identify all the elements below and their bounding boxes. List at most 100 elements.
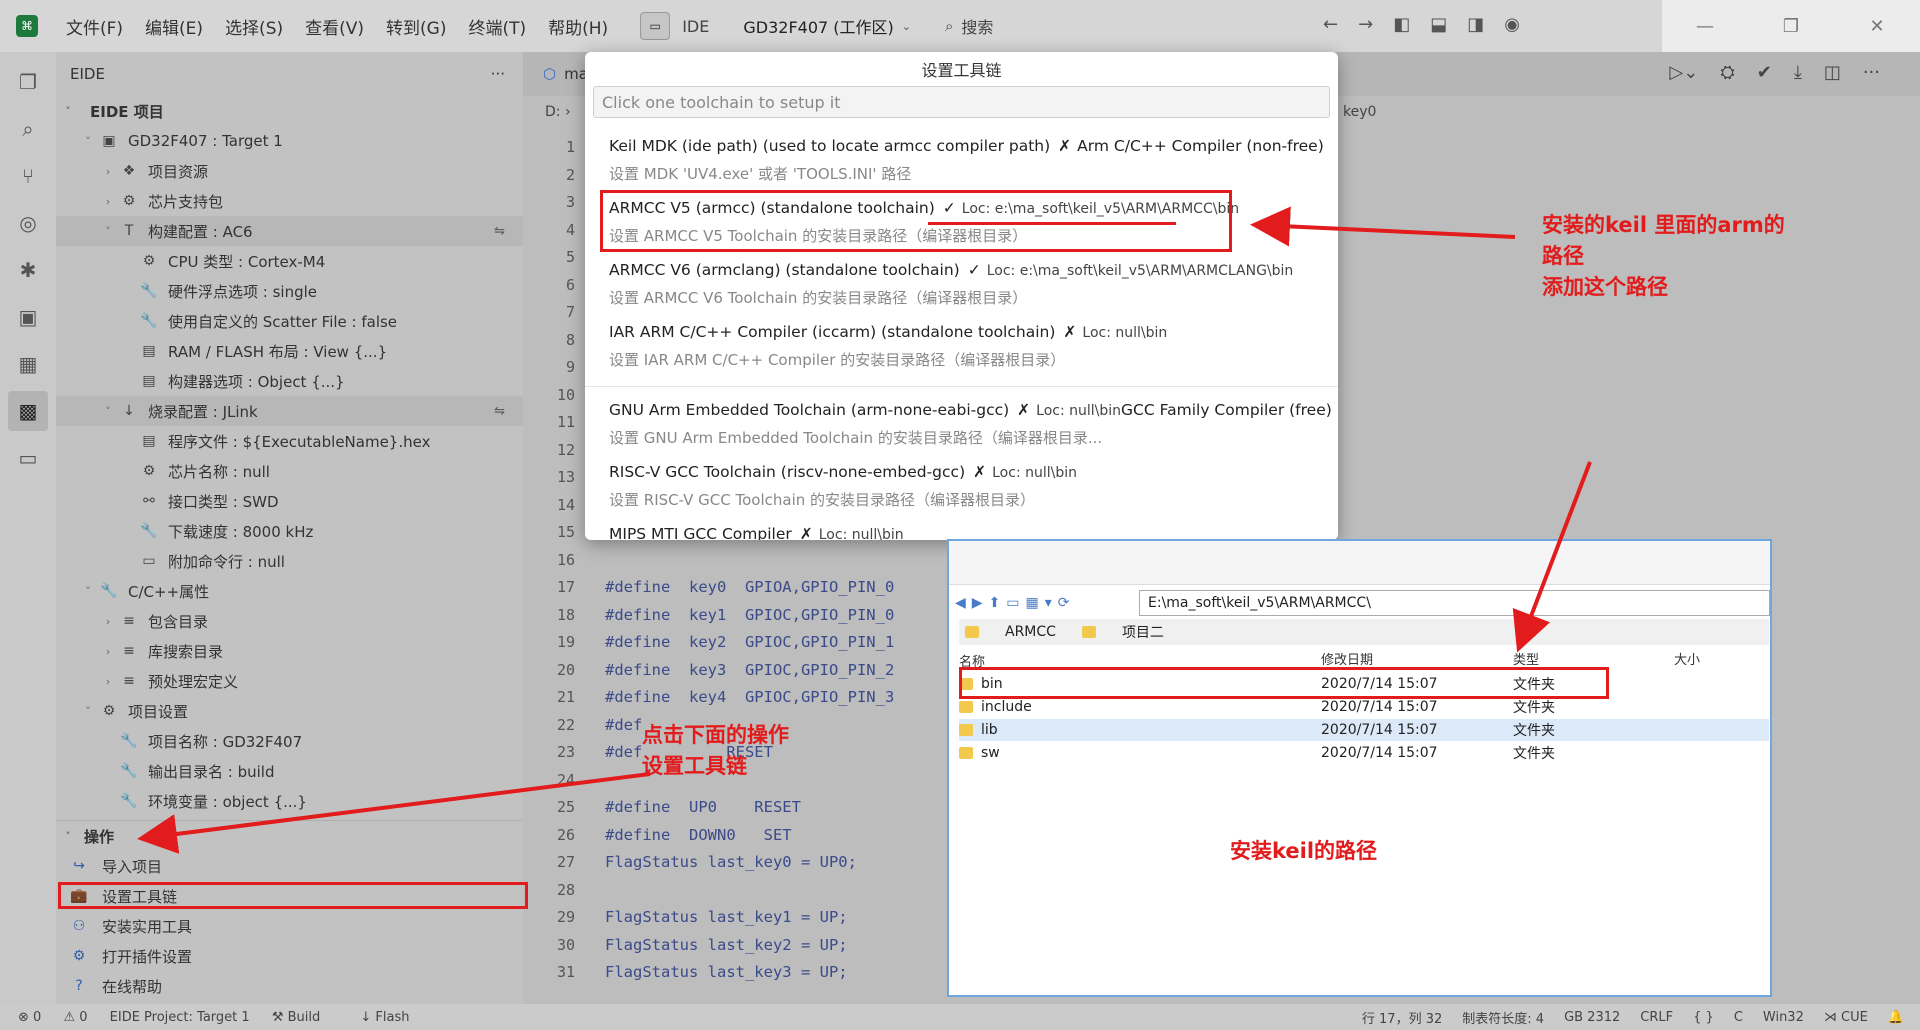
warning-count[interactable]: ⚠ 0	[63, 1010, 87, 1025]
file-row[interactable]: sw 2020/7/14 15:07 文件夹	[959, 742, 1769, 764]
chevron-down-icon[interactable]: ˅	[80, 135, 96, 148]
bell-icon[interactable]: 🔔	[1888, 1010, 1904, 1025]
tree-item[interactable]: ▤ 程序文件 : ${ExecutableName}.hex	[56, 426, 523, 456]
menu-item[interactable]: 终端(T)	[468, 14, 526, 39]
tree-item[interactable]: 🔧 环境变量 : object {...}	[56, 786, 523, 816]
chevron-down-icon[interactable]: ˅	[60, 105, 76, 118]
tree-item[interactable]: 🔧 硬件浮点选项 : single	[56, 276, 523, 306]
chevron-right-icon[interactable]: ›	[100, 195, 116, 208]
toolchain-option[interactable]: Keil MDK (ide path) (used to locate armc…	[585, 132, 1338, 188]
extensions-icon[interactable]: ▦	[8, 344, 48, 384]
back-icon[interactable]: ◀	[955, 595, 966, 611]
switch-icon[interactable]: ⇋	[494, 404, 505, 419]
tree-item[interactable]: 🔧 使用自定义的 Scatter File : false	[56, 306, 523, 336]
explorer-tab-armcc[interactable]: ARMCC	[1005, 624, 1056, 640]
ops-item[interactable]: ? 在线帮助	[56, 971, 523, 1001]
error-count[interactable]: ⊗ 0	[18, 1010, 41, 1025]
close-icon[interactable]: ✕	[1834, 0, 1920, 52]
source-control-icon[interactable]: ⑂	[8, 156, 48, 196]
chevron-down-icon[interactable]: ˅	[100, 225, 116, 238]
more-icon[interactable]: ···	[491, 65, 505, 83]
layout-icon[interactable]: ▭	[640, 12, 671, 40]
search-icon[interactable]: ⌕	[945, 17, 953, 35]
build-button[interactable]: ⚒ Build	[272, 1010, 338, 1025]
tree-item[interactable]: ˅ EIDE 项目	[56, 96, 523, 126]
file-row[interactable]: include 2020/7/14 15:07 文件夹	[959, 696, 1769, 718]
toolchain-option[interactable]: IAR ARM C/C++ Compiler (iccarm) (standal…	[585, 318, 1338, 374]
account-icon[interactable]: ◉	[1504, 14, 1520, 35]
file-row[interactable]: lib 2020/7/14 15:07 文件夹	[959, 719, 1769, 741]
more-actions-icon[interactable]: ···	[1863, 62, 1880, 83]
tree-item[interactable]: ˅ ⚙ 项目设置	[56, 696, 523, 726]
search-box[interactable]: 搜索	[961, 14, 993, 38]
explorer-tab-project2[interactable]: 项目二	[1122, 622, 1164, 642]
workspace-selector[interactable]: GD32F407 (工作区)	[743, 14, 893, 38]
encoding[interactable]: GB 2312	[1564, 1010, 1620, 1025]
debug-icon[interactable]: ✱	[8, 250, 48, 290]
braces-icon[interactable]: { }	[1693, 1010, 1714, 1025]
dropdown-icon[interactable]: ▾	[1045, 595, 1052, 611]
chevron-down-icon[interactable]: ˅	[80, 585, 96, 598]
ops-item[interactable]: ↪ 导入项目	[56, 851, 523, 881]
tree-item[interactable]: ˅ T 构建配置 : AC6 ⇋	[56, 216, 523, 246]
cue-status[interactable]: ⋊ CUE	[1824, 1010, 1868, 1025]
view-icon[interactable]: ▦	[1026, 595, 1039, 611]
explorer-icon[interactable]: ❐	[8, 62, 48, 102]
ide-toggle[interactable]: ▭ IDE	[640, 12, 709, 40]
tree-item[interactable]: › ❖ 项目资源	[56, 156, 523, 186]
chevron-down-icon[interactable]: ⌄	[902, 20, 911, 33]
rebuild-icon[interactable]: ✔	[1757, 62, 1772, 83]
split-editor-icon[interactable]: ◫	[1824, 62, 1841, 83]
tree-item[interactable]: › ≡ 包含目录	[56, 606, 523, 636]
tree-item[interactable]: ˅ 🔧 C/C++属性	[56, 576, 523, 606]
toolchain-option[interactable]: RISC-V GCC Toolchain (riscv-none-embed-g…	[585, 458, 1338, 514]
quick-pick-input[interactable]: Click one toolchain to setup it	[593, 86, 1330, 118]
toggle-panel-icon[interactable]: ⬓	[1430, 14, 1447, 35]
tree-item[interactable]: ⚙ CPU 类型 : Cortex-M4	[56, 246, 523, 276]
forward-arrow-icon[interactable]: →	[1358, 14, 1373, 35]
eide-project[interactable]: EIDE Project: Target 1	[110, 1010, 250, 1025]
tree-item[interactable]: › ⚙ 芯片支持包	[56, 186, 523, 216]
search-icon[interactable]: ⌕	[8, 109, 48, 149]
menu-item[interactable]: 查看(V)	[305, 14, 364, 39]
language-mode[interactable]: C	[1734, 1010, 1743, 1025]
cursor-position[interactable]: 行 17，列 32	[1362, 1008, 1442, 1027]
remote-icon[interactable]: ▣	[8, 297, 48, 337]
ops-item[interactable]: ⚙ 打开插件设置	[56, 941, 523, 971]
chevron-right-icon[interactable]: ›	[100, 615, 116, 628]
breadcrumb-symbol[interactable]: key0	[1343, 104, 1376, 120]
ops-item[interactable]: ⚇ 安装实用工具	[56, 911, 523, 941]
tree-item[interactable]: ▤ RAM / FLASH 布局 : View {...}	[56, 336, 523, 366]
toolchain-option[interactable]: MIPS MTI GCC Compiler ✗ Loc: null\bin	[585, 520, 1338, 540]
up-icon[interactable]: ⬆	[989, 595, 1001, 611]
tree-item[interactable]: › ≡ 库搜索目录	[56, 636, 523, 666]
toolchain-option[interactable]: GNU Arm Embedded Toolchain (arm-none-eab…	[585, 396, 1338, 452]
tree-item[interactable]: 🔧 项目名称 : GD32F407	[56, 726, 523, 756]
build-icon[interactable]: ⛭	[1720, 62, 1734, 83]
chevron-right-icon[interactable]: ›	[100, 165, 116, 178]
toggle-sidebar-icon[interactable]: ◧	[1393, 14, 1410, 35]
menu-item[interactable]: 文件(F)	[66, 14, 123, 39]
restore-icon[interactable]: ❐	[1748, 0, 1834, 52]
tree-item[interactable]: › ≡ 预处理宏定义	[56, 666, 523, 696]
menu-item[interactable]: 编辑(E)	[145, 14, 203, 39]
tree-item[interactable]: ⚙ 芯片名称 : null	[56, 456, 523, 486]
ops-section-header[interactable]: ˅ 操作	[56, 821, 523, 851]
back-arrow-icon[interactable]: ←	[1323, 14, 1338, 35]
minimize-icon[interactable]: —	[1662, 0, 1748, 52]
run-icon[interactable]: ◎	[8, 203, 48, 243]
tree-item[interactable]: ⚯ 接口类型 : SWD	[56, 486, 523, 516]
eide-chip-icon[interactable]: ▩	[8, 391, 48, 431]
chevron-right-icon[interactable]: ›	[100, 675, 116, 688]
chevron-down-icon[interactable]: ˅	[80, 705, 96, 718]
folder-icon[interactable]: ▭	[1006, 595, 1019, 611]
forward-icon[interactable]: ▶	[972, 595, 983, 611]
menu-item[interactable]: 帮助(H)	[548, 14, 608, 39]
switch-icon[interactable]: ⇋	[494, 224, 505, 239]
refresh-icon[interactable]: ⟳	[1058, 595, 1070, 611]
toggle-secondary-icon[interactable]: ◨	[1467, 14, 1484, 35]
tree-item[interactable]: ˅ ▣ GD32F407 : Target 1	[56, 126, 523, 156]
tree-item[interactable]: ▤ 构建器选项 : Object {...}	[56, 366, 523, 396]
tree-item[interactable]: 🔧 下载速度 : 8000 kHz	[56, 516, 523, 546]
toolchain-option[interactable]: ARMCC V6 (armclang) (standalone toolchai…	[585, 256, 1338, 312]
